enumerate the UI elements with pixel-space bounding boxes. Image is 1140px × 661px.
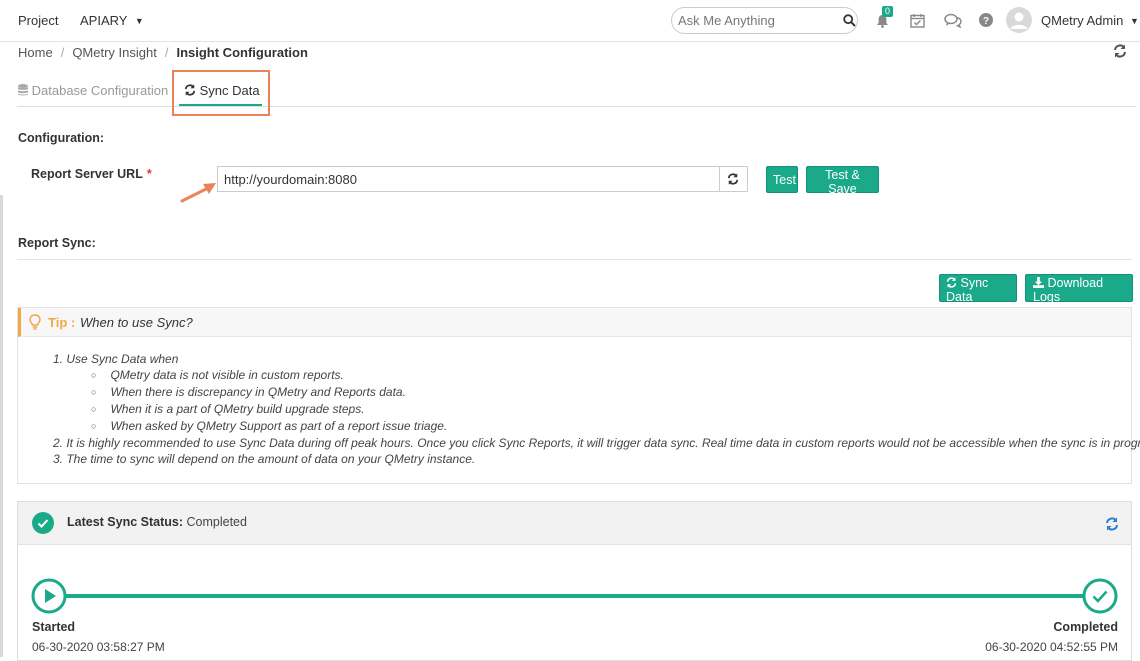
annotation-arrow: [180, 183, 216, 203]
page-refresh-icon[interactable]: [1113, 44, 1127, 58]
started-label: Started: [32, 620, 76, 634]
help-icon[interactable]: ?: [979, 13, 993, 27]
sync-status-value: Completed: [186, 515, 247, 529]
tip-item: 2. It is highly recommended to use Sync …: [53, 436, 1140, 450]
calendar-icon[interactable]: [910, 13, 925, 28]
sync-progress-fill: [48, 594, 1098, 598]
check-circle-icon: [32, 512, 54, 534]
project-dropdown[interactable]: APIARY ▼: [80, 13, 144, 28]
tip-panel: Tip : When to use Sync? 1. Use Sync Data…: [17, 307, 1140, 484]
notification-badge: 0: [882, 6, 894, 17]
started-time: 06-30-2020 03:58:27 PM: [32, 640, 165, 654]
search-icon[interactable]: [843, 14, 856, 27]
download-logs-button[interactable]: Download Logs: [1025, 274, 1133, 304]
project-name: APIARY: [80, 13, 128, 28]
refresh-status-icon[interactable]: [1105, 517, 1119, 531]
sync-status-text: Latest Sync Status: Completed: [67, 515, 247, 529]
completed-label: Completed: [1053, 620, 1118, 634]
tip-item: 1. Use Sync Data when: [53, 352, 179, 366]
sync-data-button[interactable]: Sync Data: [939, 274, 1017, 304]
section-divider: [17, 259, 1132, 260]
tab-database-configuration[interactable]: Database Configuration: [18, 83, 168, 98]
tip-list: 1. Use Sync Data when QMetry data is not…: [53, 351, 1140, 467]
tip-item: 3. The time to sync will depend on the a…: [53, 452, 476, 466]
sync-status-header: Latest Sync Status: Completed: [18, 502, 1131, 545]
database-icon: [18, 84, 28, 96]
report-server-url-input[interactable]: [217, 166, 720, 192]
breadcrumb: Home / QMetry Insight / Insight Configuratio…: [18, 45, 308, 60]
tip-subitem: When it is a part of QMetry build upgrad…: [53, 401, 1140, 418]
search-input[interactable]: [678, 13, 828, 28]
required-marker: *: [146, 167, 152, 181]
user-name: QMetry Admin: [1041, 13, 1124, 28]
breadcrumb-current: Insight Configuration: [176, 45, 308, 60]
configuration-heading: Configuration:: [18, 131, 105, 145]
breadcrumb-qmetry-insight[interactable]: QMetry Insight: [72, 45, 157, 60]
download-logs-label: Download Logs: [1033, 276, 1104, 304]
caret-down-icon: ▼: [134, 16, 144, 26]
sync-status-panel: Latest Sync Status: Completed Started 06…: [17, 501, 1132, 661]
user-menu[interactable]: QMetry Admin ▼: [1041, 13, 1139, 28]
report-sync-heading: Report Sync:: [18, 236, 96, 250]
breadcrumb-home[interactable]: Home: [18, 45, 53, 60]
lightbulb-icon: [29, 314, 41, 330]
tip-subitem: QMetry data is not visible in custom rep…: [53, 367, 1140, 384]
search-box[interactable]: [671, 7, 858, 34]
completed-check-icon: [1082, 578, 1118, 614]
sync-status-label: Latest Sync Status:: [67, 515, 184, 529]
url-label-text: Report Server URL: [31, 167, 143, 181]
project-label: Project: [18, 13, 59, 28]
download-icon: [1033, 277, 1044, 288]
test-button[interactable]: Test: [766, 166, 798, 193]
start-play-icon: [31, 578, 67, 614]
url-refresh-button[interactable]: [720, 166, 748, 192]
tip-subitem: When there is discrepancy in QMetry and …: [53, 384, 1140, 401]
tip-header: Tip : When to use Sync?: [18, 308, 1131, 337]
avatar[interactable]: [1006, 7, 1032, 33]
completed-time: 06-30-2020 04:52:55 PM: [985, 640, 1118, 654]
svg-text:?: ?: [983, 16, 989, 27]
caret-down-icon: ▼: [1129, 16, 1139, 26]
tab-label: Database Configuration: [31, 83, 169, 98]
top-navbar: Project APIARY ▼ 0 ?: [0, 0, 1140, 42]
annotation-highlight-box: [172, 70, 270, 116]
test-and-save-button[interactable]: Test & Save: [806, 166, 879, 196]
refresh-icon: [946, 277, 957, 288]
tip-subitem: When asked by QMetry Support as part of …: [53, 418, 1140, 435]
left-scroll-indicator: [0, 195, 3, 657]
chat-icon[interactable]: [944, 13, 962, 28]
tip-label: Tip :: [48, 315, 76, 330]
breadcrumb-separator: /: [60, 45, 65, 60]
sync-progress-track: [48, 594, 1098, 598]
refresh-icon: [727, 173, 739, 185]
report-server-url-label: Report Server URL *: [31, 167, 152, 181]
breadcrumb-separator: /: [164, 45, 169, 60]
tip-title: When to use Sync?: [80, 315, 193, 330]
